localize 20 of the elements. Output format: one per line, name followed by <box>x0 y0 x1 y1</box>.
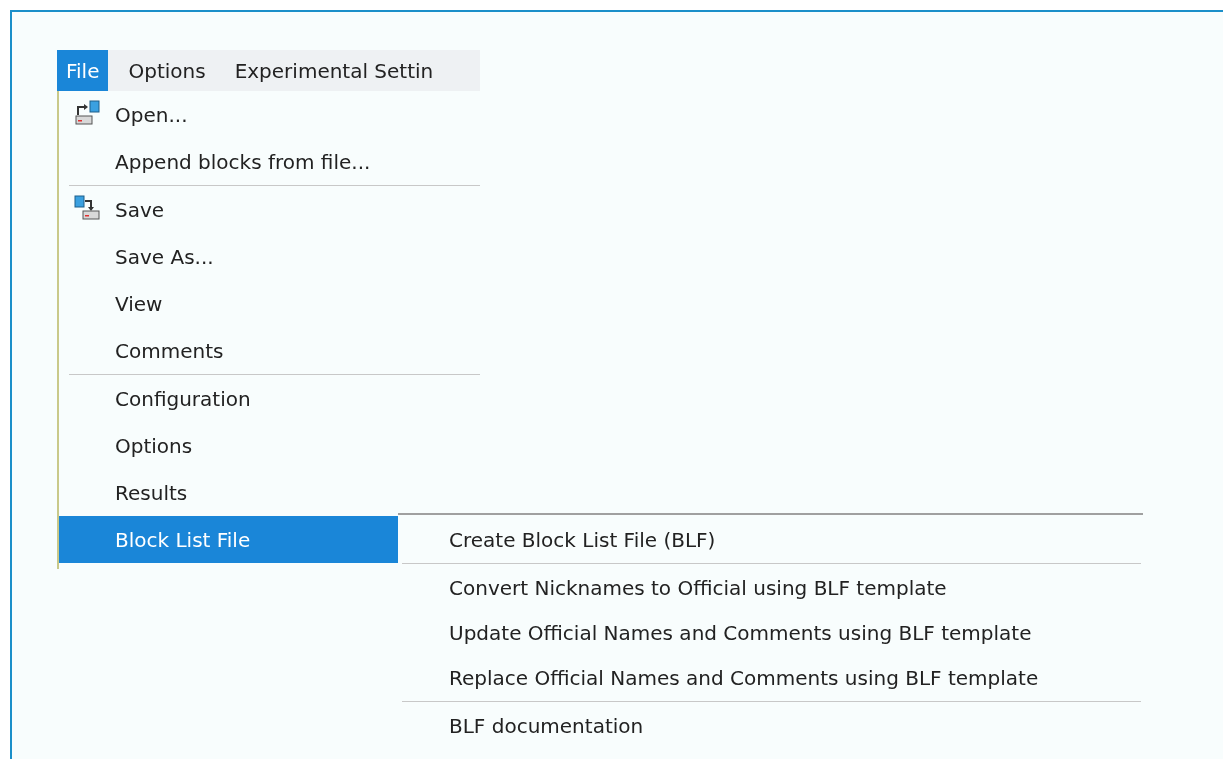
menu-bar-item[interactable]: Experimental Settin <box>225 50 443 91</box>
document-computer-icon <box>73 194 103 222</box>
menu-item[interactable]: Update Official Names and Comments using BLF template <box>398 610 1143 655</box>
menu-item[interactable]: Open... <box>59 91 480 138</box>
menu-item[interactable]: BLF documentation <box>398 703 1143 748</box>
menu-item[interactable]: Create Block List File (BLF) <box>398 517 1143 562</box>
menu-item[interactable]: Save <box>59 186 480 233</box>
computer-document-icon <box>73 99 103 127</box>
menu-bar-item[interactable]: Options <box>119 50 215 91</box>
menu-item[interactable]: Results <box>59 469 480 516</box>
menu-item[interactable]: View <box>59 280 480 327</box>
menu-item[interactable]: Append blocks from file... <box>59 138 480 185</box>
menu-item[interactable]: Configuration <box>59 375 480 422</box>
menu-item[interactable]: Comments <box>59 327 480 374</box>
menu-bar-item[interactable]: File <box>57 50 109 91</box>
menu-item[interactable]: Options <box>59 422 480 469</box>
menu-item[interactable]: Save As... <box>59 233 480 280</box>
menu-item[interactable]: Block List File <box>59 516 398 563</box>
menu-item[interactable]: Replace Official Names and Comments using BLF template <box>398 655 1143 700</box>
menu-item[interactable]: Convert Nicknames to Official using BLF template <box>398 565 1143 610</box>
